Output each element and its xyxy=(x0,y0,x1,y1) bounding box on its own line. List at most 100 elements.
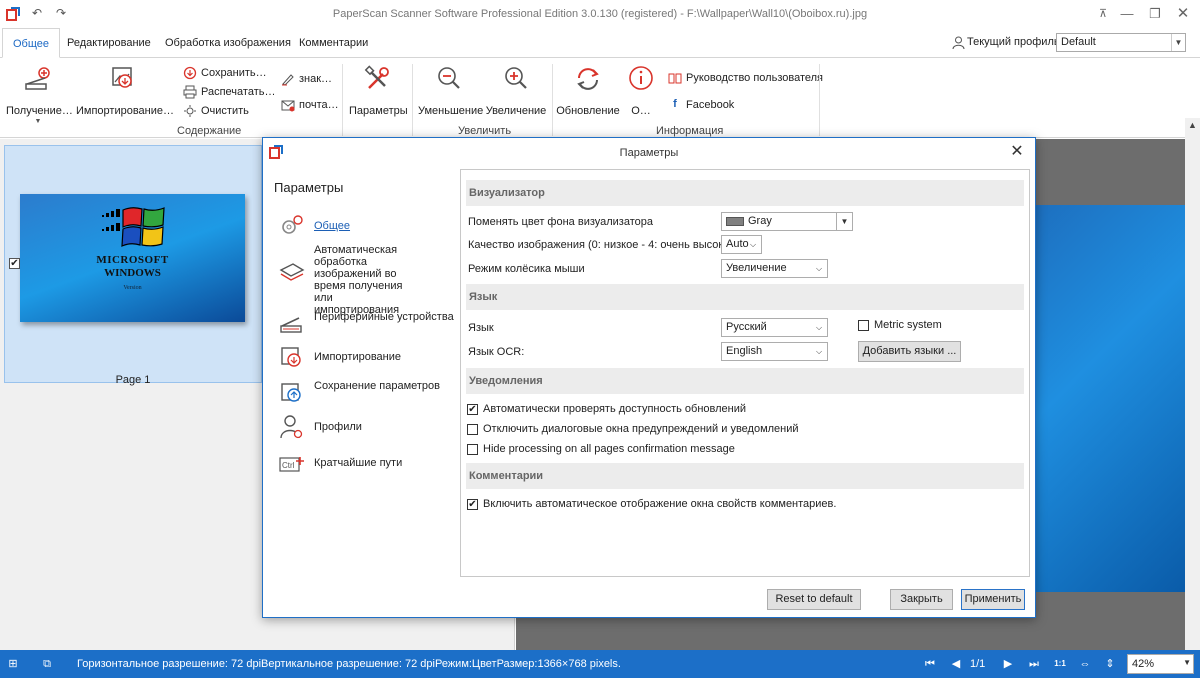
next-page-icon[interactable]: ▶ xyxy=(1001,657,1015,671)
refresh-icon xyxy=(577,68,599,90)
ribbon-separator xyxy=(342,64,343,136)
quality-select[interactable]: Auto ⌵ xyxy=(721,235,762,254)
last-page-icon[interactable]: ⏭ xyxy=(1027,657,1041,671)
restore-button[interactable]: ❐ xyxy=(1140,0,1170,28)
tab-comments[interactable]: Комментарии xyxy=(289,28,378,58)
settings-button[interactable]: Параметры xyxy=(349,62,408,122)
fit-page-icon[interactable]: ⊞ xyxy=(6,657,20,671)
fit-height-icon[interactable]: ⇕ xyxy=(1103,657,1117,671)
nav-item-save-settings[interactable]: Сохранение параметров xyxy=(279,380,440,406)
dialog-close-button[interactable]: ✕ xyxy=(1007,142,1027,162)
clear-button[interactable]: Очистить xyxy=(183,102,249,120)
mail-button[interactable]: почта… xyxy=(281,96,339,114)
dialog-heading: Параметры xyxy=(274,180,344,195)
profile-value: Default xyxy=(1061,36,1096,48)
sign-button[interactable]: знак… xyxy=(281,70,332,88)
import-icon xyxy=(281,347,301,367)
facebook-button[interactable]: f Facebook xyxy=(668,96,734,114)
ctrl-shortcut-icon: Ctrl xyxy=(279,457,304,472)
prev-page-icon[interactable]: ◀ xyxy=(949,657,963,671)
hide-processing-label: Hide processing on all pages confirmatio… xyxy=(483,443,735,455)
import-button[interactable]: Импортирование… xyxy=(76,62,175,122)
tab-edit[interactable]: Редактирование xyxy=(57,28,161,58)
metric-label: Metric system xyxy=(874,319,942,331)
save-settings-icon xyxy=(281,383,301,402)
minimize-button[interactable]: — xyxy=(1112,0,1142,28)
sign-label: знак… xyxy=(299,73,333,85)
nav-label-import: Импортирование xyxy=(314,351,402,363)
language-select[interactable]: Русский ⌵ xyxy=(721,318,828,337)
dialog-close-text-button[interactable]: Закрыть xyxy=(890,589,953,610)
apply-button[interactable]: Применить xyxy=(961,589,1025,610)
page-thumbnail[interactable]: ✔ MICROSOFT WINDOWS Version Page 1 xyxy=(4,145,262,386)
disable-dialogs-checkbox-box[interactable] xyxy=(467,423,478,435)
print-button[interactable]: Распечатать… xyxy=(183,83,275,101)
clear-icon xyxy=(184,105,196,117)
close-button[interactable]: ✕ xyxy=(1168,0,1198,28)
viewer-image xyxy=(1034,205,1187,592)
zoom-in-button[interactable]: Увеличение xyxy=(485,62,547,122)
fit-width-icon[interactable]: ⇔ xyxy=(1078,657,1092,671)
nav-item-general[interactable]: Общее xyxy=(279,213,350,239)
auto-update-checkbox-box[interactable]: ✔ xyxy=(467,403,478,415)
chevron-down-icon: ▼ xyxy=(1171,34,1185,51)
logo-text-windows: WINDOWS xyxy=(104,267,161,279)
first-page-icon[interactable]: ⏮ xyxy=(923,657,937,671)
nav-item-peripherals[interactable]: Периферийные устройства xyxy=(279,310,454,336)
ocr-language-select[interactable]: English ⌵ xyxy=(721,342,828,361)
zoom-select[interactable]: 42% ▼ xyxy=(1127,654,1194,674)
about-button[interactable]: О… xyxy=(626,62,656,122)
settings-label: Параметры xyxy=(349,105,408,117)
tab-general[interactable]: Общее xyxy=(2,28,61,58)
auto-update-checkbox[interactable]: ✔ Автоматически проверять доступность об… xyxy=(467,403,746,415)
window-title: PaperScan Scanner Software Professional … xyxy=(332,8,868,20)
vertical-scrollbar[interactable]: ▲ xyxy=(1185,118,1200,650)
scroll-up-icon[interactable]: ▲ xyxy=(1185,120,1200,130)
hide-processing-checkbox-box[interactable] xyxy=(467,443,478,455)
nav-item-auto-processing[interactable]: Автоматическая обработка изображений во … xyxy=(279,244,419,316)
chevron-down-icon: ⌵ xyxy=(815,323,823,332)
disable-dialogs-label: Отключить диалоговые окна предупреждений… xyxy=(483,423,799,435)
layout-icon[interactable]: ⧉ xyxy=(40,657,54,671)
nav-item-profiles[interactable]: Профили xyxy=(279,414,362,440)
zoom-out-button[interactable]: Уменьшение xyxy=(418,62,483,122)
facebook-label: Facebook xyxy=(686,99,735,111)
import-label: Импортирование… xyxy=(76,105,175,117)
auto-show-comments-checkbox[interactable]: ✔ Включить автоматическое отображение ок… xyxy=(467,498,836,510)
page-select-checkbox[interactable]: ✔ xyxy=(9,258,20,269)
nav-item-import[interactable]: Импортирование xyxy=(279,344,401,370)
manual-button[interactable]: Руководство пользователя xyxy=(668,69,823,87)
profile-label: Текущий профиль: xyxy=(967,36,1063,48)
chevron-down-icon: ▼ xyxy=(836,213,852,230)
update-button[interactable]: Обновление xyxy=(556,62,620,122)
save-label: Сохранить… xyxy=(201,67,267,79)
add-languages-button[interactable]: Добавить языки ... xyxy=(858,341,961,362)
hide-processing-checkbox[interactable]: Hide processing on all pages confirmatio… xyxy=(467,443,735,455)
nav-item-shortcuts[interactable]: Ctrl Кратчайшие пути xyxy=(279,450,402,476)
title-bar: ↶ ↷ PaperScan Scanner Software Professio… xyxy=(0,0,1200,28)
disable-dialogs-checkbox[interactable]: Отключить диалоговые окна предупреждений… xyxy=(467,423,799,435)
tab-image-processing[interactable]: Обработка изображения xyxy=(155,28,301,58)
ribbon-separator xyxy=(412,64,413,136)
profile-select[interactable]: Default ▼ xyxy=(1056,33,1186,52)
wheel-mode-value: Увеличение xyxy=(726,262,787,274)
actual-size-icon[interactable]: 1:1 xyxy=(1053,657,1067,671)
auto-show-comments-checkbox-box[interactable]: ✔ xyxy=(467,498,478,510)
acquire-button[interactable]: Получение… ▼ xyxy=(6,62,73,125)
stack-icon xyxy=(279,263,305,281)
wheel-mode-select[interactable]: Увеличение ⌵ xyxy=(721,259,828,278)
chevron-down-icon: ⌵ xyxy=(749,240,757,249)
ribbon-tab-bar: Общее Редактирование Обработка изображен… xyxy=(0,28,1200,58)
metric-system-checkbox[interactable]: Metric system xyxy=(858,319,942,331)
wheel-mode-label: Режим колёсика мыши xyxy=(468,263,585,275)
reset-default-button[interactable]: Reset to default xyxy=(767,589,861,610)
save-button[interactable]: Сохранить… xyxy=(183,64,267,82)
metric-checkbox-box[interactable] xyxy=(858,319,869,331)
bg-color-select[interactable]: Gray ▼ xyxy=(721,212,853,231)
settings-panel: Визуализатор Поменять цвет фона визуализ… xyxy=(460,169,1030,577)
user-icon xyxy=(952,36,965,49)
scanner-acquire-icon xyxy=(25,67,50,90)
update-label: Обновление xyxy=(556,105,620,117)
section-language: Язык xyxy=(466,284,1024,310)
mail-icon xyxy=(281,100,295,112)
